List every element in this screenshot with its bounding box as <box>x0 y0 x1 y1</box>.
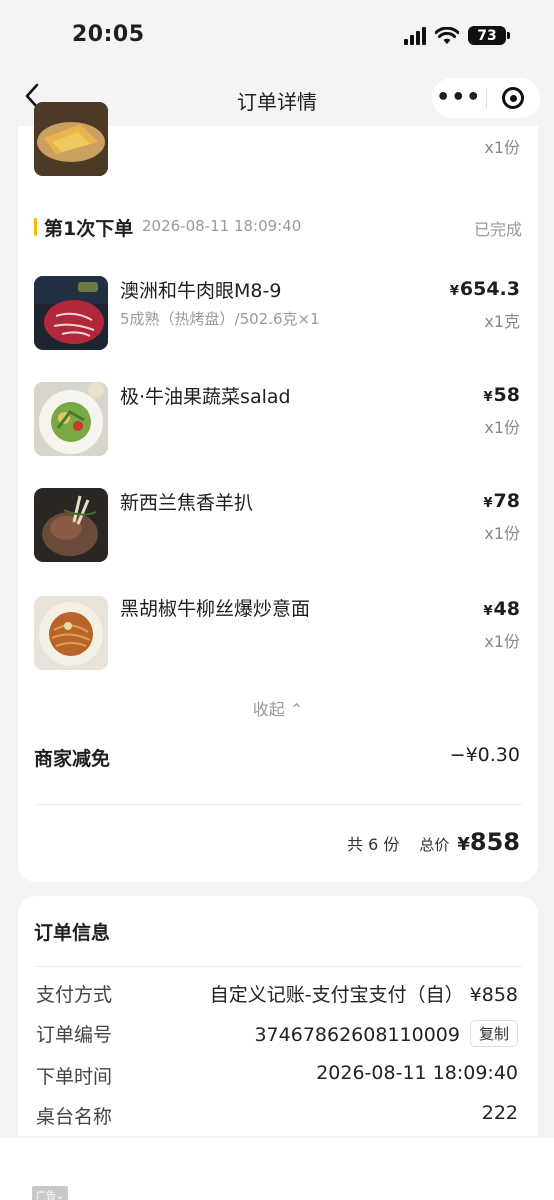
mini-program-capsule: ••• <box>432 78 540 118</box>
divider <box>34 966 522 967</box>
order-status: 已完成 <box>473 220 522 239</box>
status-bar: 20:05 73 <box>0 0 554 74</box>
info-value: 自定义记账-支付宝支付（自） ¥858 <box>209 984 518 1006</box>
order-time-row: 下单时间 2026-08-11 18:09:40 <box>36 1062 518 1088</box>
item-quantity: x1份 <box>484 138 520 157</box>
divider <box>34 804 522 805</box>
info-value: 37467862608110009 复制 <box>254 1020 518 1047</box>
wifi-icon <box>435 26 459 44</box>
info-value: 222 <box>481 1102 518 1124</box>
info-value: 2026-08-11 18:09:40 <box>316 1062 518 1084</box>
item-name: 极·牛油果蔬菜salad <box>120 386 291 408</box>
order-total: 共 6 份 总价 ¥858 <box>347 828 520 856</box>
info-key: 桌台名称 <box>36 1106 113 1128</box>
bread-photo <box>34 102 108 176</box>
payment-method-row: 支付方式 自定义记账-支付宝支付（自） ¥858 <box>36 980 518 1006</box>
order-batch-time: 2026-08-11 18:09:40 <box>142 217 302 235</box>
status-icons: 73 <box>404 26 510 45</box>
status-time: 20:05 <box>72 22 145 47</box>
ad-tag[interactable]: 广告⌄ <box>32 1186 69 1200</box>
lamb-chop-photo <box>34 488 108 562</box>
item-quantity: x1份 <box>484 418 520 437</box>
info-key: 支付方式 <box>36 984 113 1006</box>
info-key: 下单时间 <box>36 1066 113 1088</box>
item-count: 共 6 份 <box>346 835 400 854</box>
item-price: ¥78 <box>483 490 521 512</box>
item-price: ¥48 <box>483 598 521 620</box>
close-mini-program-button[interactable] <box>486 87 540 109</box>
order-card: x1份 第1次下单 2026-08-11 18:09:40 已完成 澳洲和牛肉眼… <box>18 102 538 882</box>
item-name: 澳洲和牛肉眼M8-9 <box>120 280 282 302</box>
table-name-row: 桌台名称 222 <box>36 1102 518 1128</box>
cellular-signal-icon <box>404 26 426 45</box>
item-price: ¥58 <box>483 384 521 406</box>
copy-button[interactable]: 复制 <box>469 1020 518 1047</box>
accent-bar <box>34 218 37 236</box>
discount-label: 商家减免 <box>34 748 111 770</box>
discount-value: −¥0.30 <box>449 744 520 766</box>
total-label: 总价 <box>419 836 450 854</box>
item-quantity: x1份 <box>484 524 520 543</box>
info-key: 订单编号 <box>36 1024 113 1046</box>
order-batch-label: 第1次下单 <box>44 218 134 240</box>
more-options-button[interactable]: ••• <box>432 78 486 118</box>
order-number: 37467862608110009 <box>254 1024 460 1046</box>
item-price: ¥654.3 <box>449 278 520 300</box>
item-name: 新西兰焦香羊扒 <box>120 492 254 514</box>
item-quantity: x1份 <box>484 632 520 651</box>
pasta-photo <box>34 596 108 670</box>
item-name: 黑胡椒牛柳丝爆炒意面 <box>120 598 311 620</box>
battery-icon: 73 <box>468 26 510 45</box>
steak-photo <box>34 276 108 350</box>
order-info-card: 订单信息 支付方式 自定义记账-支付宝支付（自） ¥858 订单编号 37467… <box>18 896 538 1136</box>
ad-banner[interactable]: 广告⌄ <box>0 1138 554 1200</box>
order-info-title: 订单信息 <box>34 922 111 944</box>
salad-photo <box>34 382 108 456</box>
order-number-row: 订单编号 37467862608110009 复制 <box>36 1020 518 1047</box>
collapse-button[interactable]: 收起 ⌃ <box>18 696 538 720</box>
item-spec: 5成熟（热烤盘）/502.6克×1 <box>120 310 320 328</box>
item-quantity: x1克 <box>484 312 520 331</box>
order-batch-header: 第1次下单 2026-08-11 18:09:40 已完成 <box>34 214 522 240</box>
total-value: ¥858 <box>457 828 520 856</box>
target-icon <box>502 87 525 109</box>
